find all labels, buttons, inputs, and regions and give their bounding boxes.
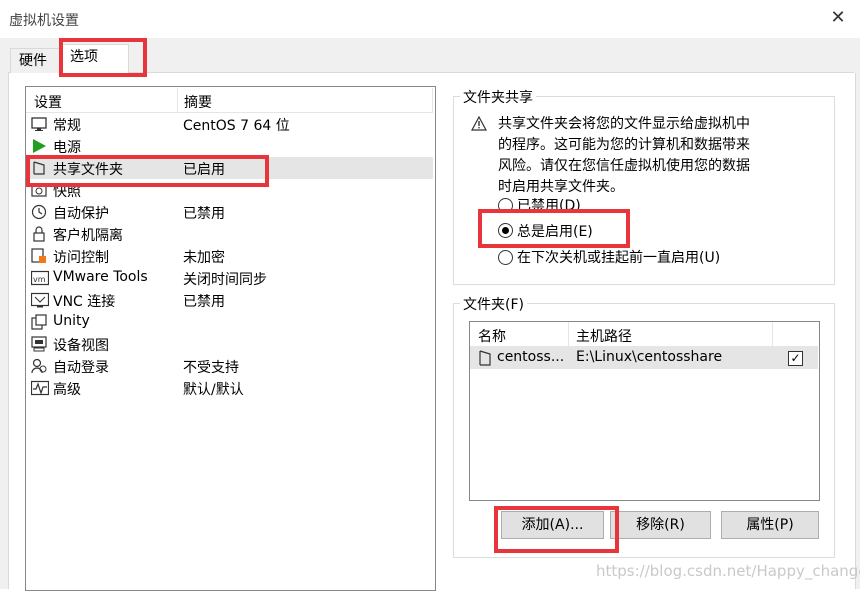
- column-divider[interactable]: [772, 322, 773, 346]
- settings-row-label: 设备视图: [53, 338, 109, 354]
- settings-row-shared-folders[interactable]: 共享文件夹 已启用: [26, 157, 433, 179]
- radio-always-enabled-label[interactable]: 总是启用(E): [517, 221, 593, 241]
- settings-row-label: 高级: [53, 382, 81, 398]
- auto-login-icon: [31, 358, 47, 374]
- vnc-icon: [31, 292, 49, 308]
- tab-options[interactable]: 选项: [61, 44, 129, 74]
- advanced-icon: [31, 380, 49, 396]
- vmware-tools-icon: vm: [31, 270, 49, 286]
- radio-enable-until-shutdown-label[interactable]: 在下次关机或挂起前一直启用(U): [517, 247, 720, 267]
- settings-row-vmware-tools[interactable]: vm VMware Tools 关闭时间同步: [26, 267, 433, 289]
- settings-row-label: 访问控制: [53, 250, 109, 266]
- settings-row-label: 客户机隔离: [53, 228, 123, 244]
- radio-always-enabled[interactable]: [498, 223, 513, 238]
- autoprotect-clock-icon: [31, 204, 47, 220]
- settings-row-summary: 关闭时间同步: [183, 272, 267, 288]
- shared-folder-icon: [31, 160, 47, 176]
- settings-row-label: 电源: [53, 140, 81, 156]
- folders-list-header: 名称 主机路径: [470, 322, 818, 347]
- radio-disabled-label[interactable]: 已禁用(D): [517, 195, 581, 215]
- settings-row-advanced[interactable]: 高级 默认/默认: [26, 377, 433, 399]
- settings-row-label: VNC 连接: [53, 294, 116, 310]
- radio-disabled[interactable]: [498, 198, 513, 213]
- lock-icon: [31, 226, 47, 242]
- folders-group-title: 文件夹(F): [460, 294, 527, 314]
- folder-host-path: E:\Linux\centosshare: [576, 349, 723, 365]
- settings-row-snapshot[interactable]: 快照: [26, 179, 433, 201]
- settings-row-label: 共享文件夹: [53, 162, 123, 178]
- shared-folder-icon: [478, 350, 492, 366]
- settings-row-summary: 已禁用: [183, 294, 225, 310]
- remove-button[interactable]: 移除(R): [610, 511, 711, 539]
- warning-text-line: 风险。请仅在您信任虚拟机使用您的数据: [498, 158, 750, 174]
- settings-row-summary: 默认/默认: [183, 382, 244, 398]
- add-button[interactable]: 添加(A)...: [501, 511, 604, 539]
- window-title: 虚拟机设置: [9, 13, 79, 29]
- settings-row-summary: CentOS 7 64 位: [183, 118, 290, 134]
- settings-row-autoprotect[interactable]: 自动保护 已禁用: [26, 201, 433, 223]
- column-divider[interactable]: [568, 322, 569, 346]
- folder-sharing-title: 文件夹共享: [460, 87, 536, 107]
- column-header-summary[interactable]: 摘要: [184, 92, 212, 112]
- column-divider[interactable]: [177, 88, 178, 112]
- warning-text-line: 共享文件夹会将您的文件显示给虚拟机中: [498, 116, 750, 132]
- folder-row[interactable]: centoss... E:\Linux\centosshare ✓: [470, 347, 818, 369]
- settings-row-label: 自动保护: [53, 206, 109, 222]
- warning-triangle-icon: [471, 116, 487, 131]
- column-header-name[interactable]: 名称: [478, 326, 506, 346]
- title-bar: [0, 0, 860, 38]
- settings-row-label: 快照: [53, 184, 81, 200]
- settings-row-power[interactable]: 电源: [26, 135, 433, 157]
- device-view-icon: [31, 336, 47, 352]
- warning-text-line: 的程序。这可能为您的计算机和数据带来: [498, 137, 750, 153]
- column-header-host-path[interactable]: 主机路径: [576, 326, 632, 346]
- settings-row-general[interactable]: 常规 CentOS 7 64 位: [26, 113, 433, 135]
- settings-row-summary: 已启用: [183, 162, 225, 178]
- settings-row-label: 自动登录: [53, 360, 109, 376]
- warning-text: 共享文件夹会将您的文件显示给虚拟机中 的程序。这可能为您的计算机和数据带来 风险…: [498, 114, 750, 198]
- settings-row-label: 常规: [53, 118, 81, 134]
- column-divider[interactable]: [432, 88, 433, 112]
- settings-row-auto-login[interactable]: 自动登录 不受支持: [26, 355, 433, 377]
- settings-row-access-control[interactable]: 访问控制 未加密: [26, 245, 433, 267]
- settings-row-summary: 未加密: [183, 250, 225, 266]
- settings-row-label: Unity: [53, 313, 90, 329]
- settings-row-unity[interactable]: Unity: [26, 311, 433, 333]
- settings-list-header: 设置 摘要: [26, 88, 433, 113]
- monitor-icon: [31, 116, 47, 132]
- settings-row-vnc[interactable]: VNC 连接 已禁用: [26, 289, 433, 311]
- watermark-text: https://blog.csdn.net/Happy_change: [596, 562, 860, 580]
- tab-hardware[interactable]: 硬件: [10, 48, 64, 73]
- settings-row-guest-isolation[interactable]: 客户机隔离: [26, 223, 433, 245]
- settings-row-summary: 不受支持: [183, 360, 239, 376]
- close-icon[interactable]: ✕: [828, 6, 848, 30]
- folder-enabled-checkbox[interactable]: ✓: [788, 351, 803, 366]
- snapshot-icon: [31, 182, 47, 198]
- unity-icon: [31, 314, 47, 330]
- properties-button[interactable]: 属性(P): [721, 511, 819, 539]
- settings-row-device-view[interactable]: 设备视图: [26, 333, 433, 355]
- power-play-icon: [31, 138, 47, 154]
- access-control-icon: [31, 248, 47, 264]
- radio-enable-until-shutdown[interactable]: [498, 250, 513, 265]
- tab-strip-divider: [8, 72, 854, 73]
- settings-row-summary: 已禁用: [183, 206, 225, 222]
- settings-row-label: VMware Tools: [53, 269, 148, 285]
- svg-text:vm: vm: [33, 275, 46, 284]
- column-header-setting[interactable]: 设置: [34, 92, 62, 112]
- folder-name: centoss...: [497, 349, 565, 365]
